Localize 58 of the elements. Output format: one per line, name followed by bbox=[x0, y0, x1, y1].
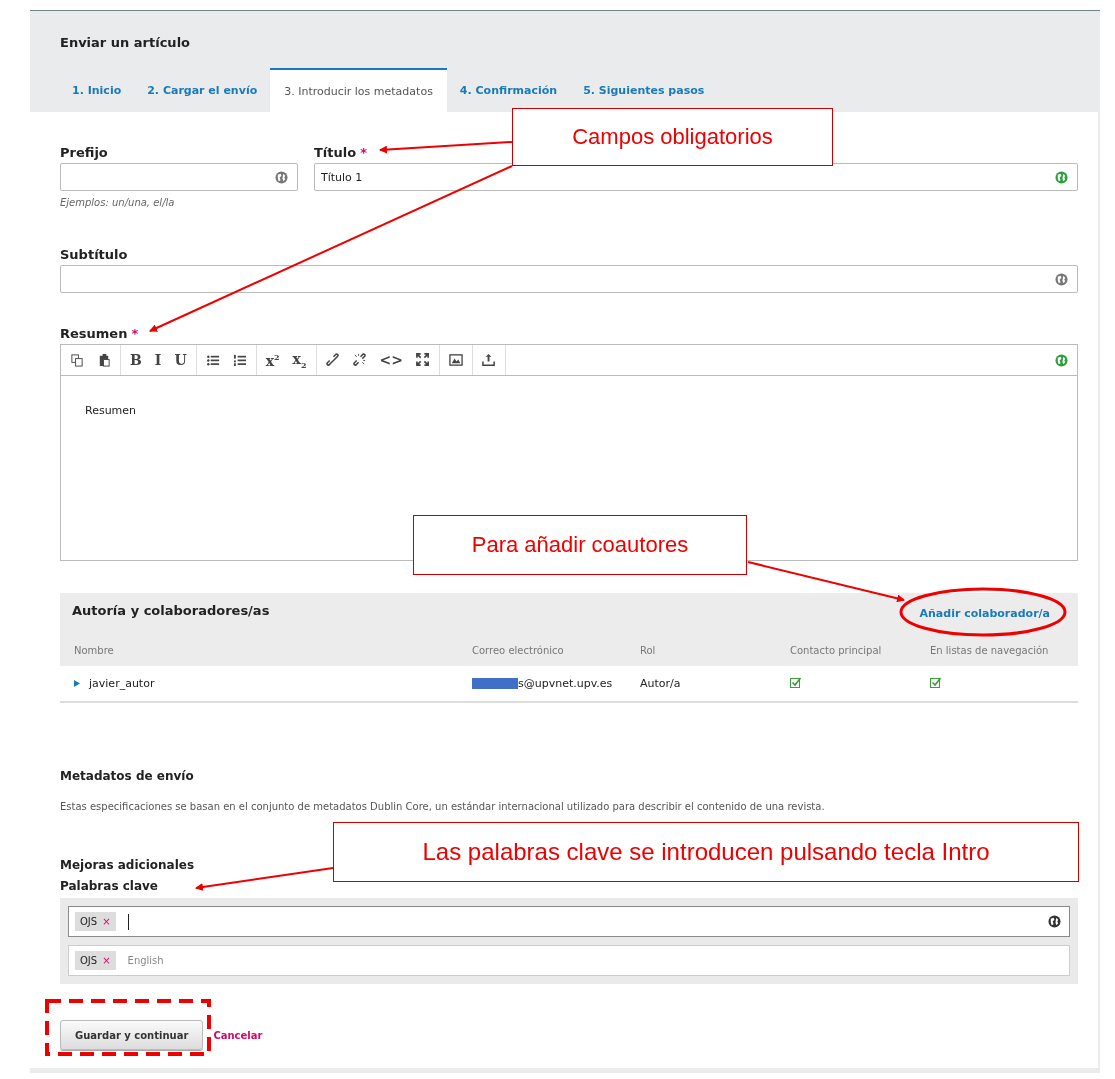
field-label: Resumen bbox=[60, 326, 128, 341]
upload-icon[interactable] bbox=[481, 353, 496, 367]
table-cell-text: Autor/a bbox=[640, 677, 682, 690]
callout: Para añadir coautores bbox=[413, 515, 747, 575]
keyword-field[interactable]: OJS × English bbox=[68, 945, 1070, 976]
bullet-list-icon[interactable] bbox=[205, 353, 220, 367]
editor-text: Resumen bbox=[85, 404, 137, 417]
callout: Campos obligatorios bbox=[512, 108, 833, 166]
text-field[interactable] bbox=[60, 265, 1078, 293]
field-label: Subtítulo bbox=[60, 247, 128, 262]
column-header: Rol bbox=[640, 645, 657, 656]
numbered-list-icon[interactable] bbox=[232, 353, 247, 367]
redaction-bar bbox=[472, 678, 518, 689]
column-header: Nombre bbox=[74, 645, 115, 656]
add-contributor-link[interactable]: Añadir colaborador/a bbox=[919, 607, 1050, 620]
required-mark: * bbox=[360, 145, 367, 160]
link-icon[interactable] bbox=[325, 353, 340, 367]
field-label: Prefijo bbox=[60, 145, 108, 160]
section-heading: Metadatos de envío bbox=[60, 769, 195, 783]
fullscreen-icon[interactable] bbox=[415, 353, 430, 367]
format-button[interactable]: x$_{2}$ bbox=[292, 350, 307, 370]
table-cell: javier_autor bbox=[89, 677, 155, 690]
copy-icon[interactable] bbox=[70, 353, 84, 367]
keyword-field[interactable]: OJS × bbox=[68, 906, 1070, 937]
grid-title: Autoría y colaboradores/as bbox=[72, 603, 270, 618]
paste-icon[interactable] bbox=[97, 353, 111, 367]
placeholder-text: English bbox=[127, 955, 164, 966]
save-button[interactable]: Guardar y continuar bbox=[60, 1020, 204, 1050]
step-tab[interactable]: 1. Inicio bbox=[59, 68, 135, 112]
field-label: Título bbox=[314, 145, 357, 160]
keyword-tag: OJS × bbox=[75, 912, 116, 931]
column-header: En listas de navegación bbox=[930, 645, 1050, 656]
callout: Las palabras clave se introducen pulsando tecla Intro bbox=[333, 822, 1079, 882]
step-tab[interactable]: 2. Cargar el envío bbox=[134, 68, 271, 112]
field-label: Palabras clave bbox=[60, 879, 159, 893]
field-hint: Ejemplos: un/una, el/la bbox=[60, 197, 176, 208]
format-button[interactable]: <> bbox=[379, 352, 403, 368]
text-cursor bbox=[127, 913, 129, 930]
page-title: Enviar un artículo bbox=[59, 34, 191, 52]
format-button[interactable]: I bbox=[154, 352, 162, 368]
image-icon[interactable] bbox=[448, 353, 463, 367]
cancel-link[interactable]: Cancelar bbox=[213, 1029, 263, 1041]
text-field[interactable]: Título 1 bbox=[314, 163, 1078, 191]
text-field[interactable] bbox=[60, 163, 298, 191]
format-button[interactable]: U bbox=[174, 352, 187, 368]
column-header: Contacto principal bbox=[790, 645, 883, 656]
expand-icon[interactable] bbox=[74, 680, 80, 687]
format-button[interactable]: x$^{2}$ bbox=[265, 351, 280, 369]
column-header: Correo electrónico bbox=[472, 645, 565, 656]
required-mark: * bbox=[131, 326, 139, 341]
format-button[interactable]: B bbox=[130, 352, 142, 368]
globe-icon[interactable] bbox=[1048, 915, 1061, 928]
section-heading: Mejoras adicionales bbox=[60, 858, 196, 872]
step-tab[interactable]: 3. Introducir los metadatos bbox=[270, 68, 447, 112]
unlink-icon[interactable] bbox=[352, 353, 367, 367]
keyword-tag: OJS × bbox=[75, 951, 116, 970]
section-description: Estas especificaciones se basan en el conjunto de metadatos Dublin Core, un estándar internacional utilizado para describir el contenido de una revista. bbox=[60, 801, 826, 812]
table-cell: s@upvnet.upv.es bbox=[518, 677, 613, 690]
